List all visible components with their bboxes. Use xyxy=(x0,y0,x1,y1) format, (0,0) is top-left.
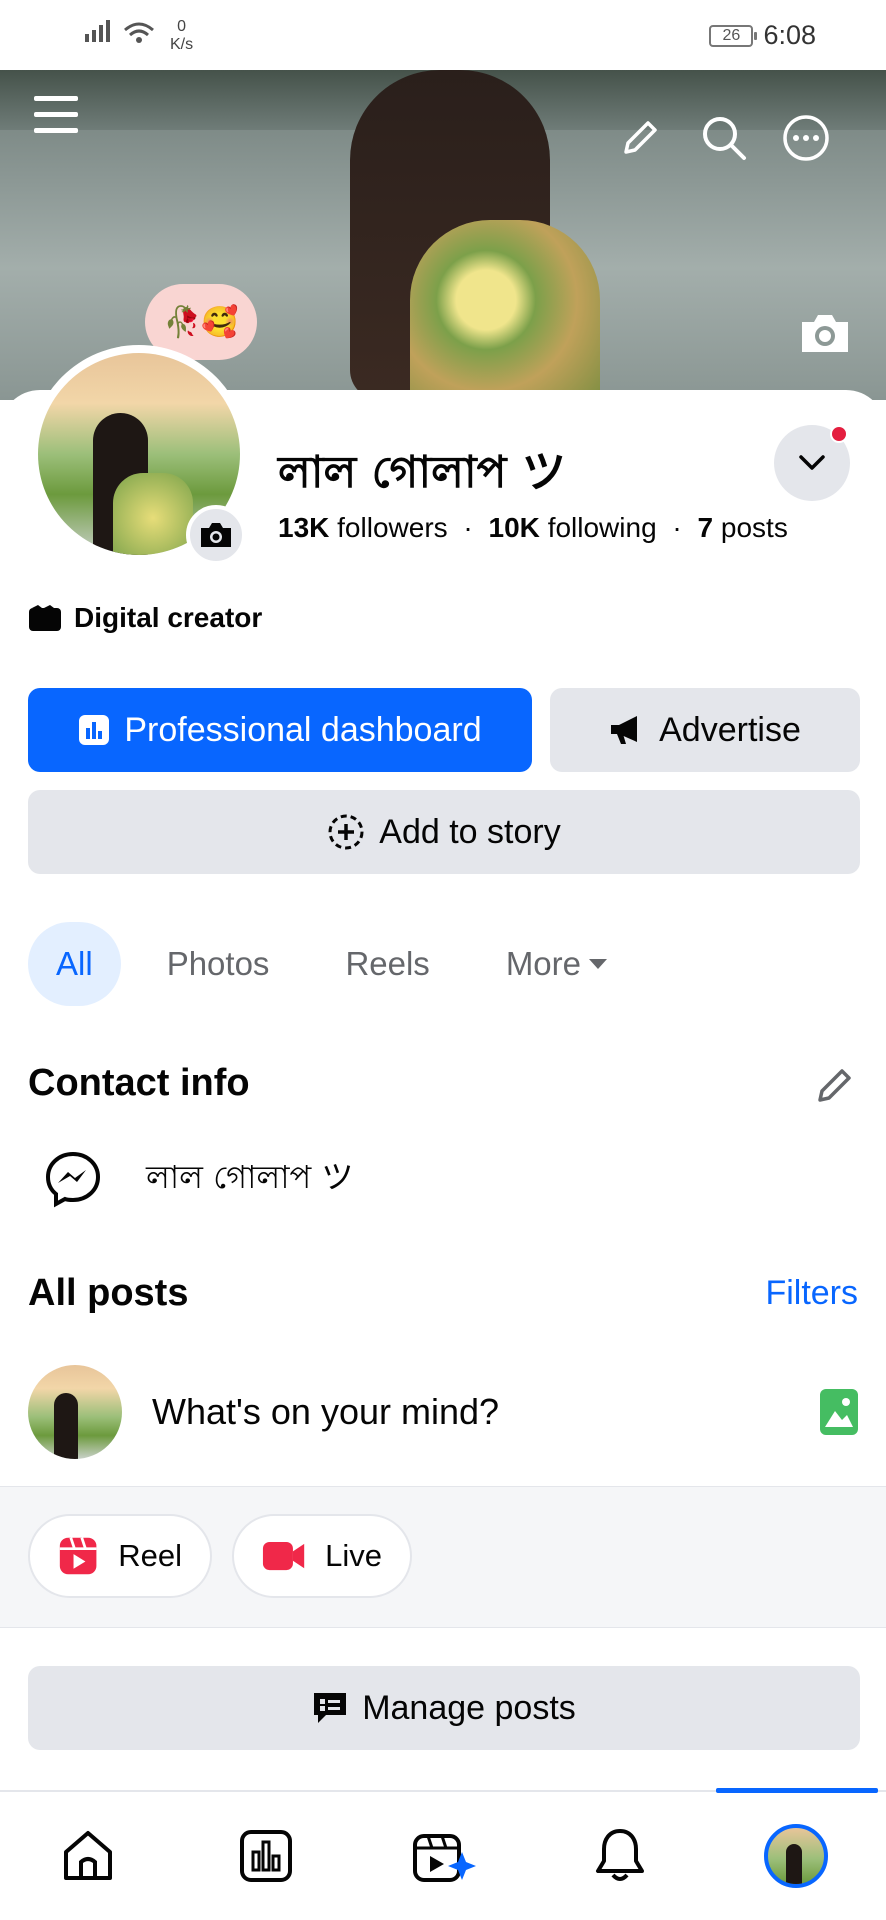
filters-link[interactable]: Filters xyxy=(765,1274,858,1313)
nav-notifications[interactable] xyxy=(586,1822,654,1890)
cover-dress xyxy=(410,220,600,400)
network-speed-unit: K/s xyxy=(170,36,194,53)
add-to-story-button[interactable]: Add to story xyxy=(28,790,860,874)
category-label: Digital creator xyxy=(74,602,263,633)
dashboard-icon xyxy=(79,715,110,745)
hamburger-menu-icon[interactable] xyxy=(32,92,80,138)
advertise-label: Advertise xyxy=(659,710,801,749)
nav-avatar-hair xyxy=(786,1844,802,1884)
status-right: 26 6:08 xyxy=(709,20,816,51)
status-bar: 0 K/s 26 6:08 xyxy=(0,0,886,70)
signal-icon xyxy=(85,20,110,42)
nav-dashboard[interactable] xyxy=(232,1822,300,1890)
nav-avatar xyxy=(764,1824,828,1888)
video-clapper-icon xyxy=(413,1834,476,1882)
professional-dashboard-button[interactable]: Professional dashboard xyxy=(28,688,532,772)
status-left: 0 K/s xyxy=(84,18,193,54)
avatar-dress xyxy=(113,473,193,555)
advertise-button[interactable]: Advertise xyxy=(550,688,860,772)
cover-camera-icon[interactable] xyxy=(798,310,852,356)
followers-label[interactable]: followers xyxy=(337,512,447,543)
manage-posts-label: Manage posts xyxy=(362,1688,576,1727)
profile-switcher-button[interactable] xyxy=(774,425,850,501)
camera-icon xyxy=(201,523,231,547)
battery-indicator: 26 xyxy=(709,24,758,47)
add-story-icon xyxy=(328,814,364,850)
search-icon[interactable] xyxy=(700,114,748,162)
photo-glyph xyxy=(825,1398,853,1427)
nav-profile[interactable] xyxy=(762,1822,830,1890)
reel-button[interactable]: Reel xyxy=(28,1514,212,1598)
messenger-name: লাল গোলাপ ツ xyxy=(146,1158,354,1196)
composer-avatar xyxy=(28,1365,122,1459)
messenger-contact[interactable]: লাল গোলাপ ツ xyxy=(44,1150,353,1208)
manage-posts-icon xyxy=(314,1693,347,1723)
followers-count[interactable]: 13K xyxy=(278,512,329,543)
pencil-icon[interactable] xyxy=(618,116,662,160)
nav-active-indicator xyxy=(716,1788,878,1793)
megaphone-icon xyxy=(611,716,638,744)
pencil-icon[interactable] xyxy=(814,1064,856,1106)
home-icon xyxy=(64,1831,112,1880)
contact-info-title: Contact info xyxy=(28,1062,250,1104)
profile-tabs: All Photos Reels More xyxy=(28,922,635,1006)
stats-separator: · xyxy=(463,512,473,543)
nav-video[interactable] xyxy=(410,1822,478,1890)
network-speed: 0 K/s xyxy=(170,18,193,54)
professional-dashboard-label: Professional dashboard xyxy=(124,710,482,749)
clock: 6:08 xyxy=(763,20,816,50)
live-label: Live xyxy=(325,1538,382,1573)
bar-chart-icon xyxy=(240,1830,292,1882)
following-label[interactable]: following xyxy=(548,512,657,543)
stats-separator: · xyxy=(672,512,682,543)
reel-icon xyxy=(59,1537,97,1575)
more-options-icon[interactable] xyxy=(782,114,830,162)
notification-dot xyxy=(830,425,848,443)
post-composer[interactable]: What's on your mind? xyxy=(28,1364,858,1460)
tab-more-label: More xyxy=(505,945,581,982)
all-posts-title: All posts xyxy=(28,1272,189,1314)
note-bubble-emoji: 🥀🥰 xyxy=(163,305,239,339)
caret-down-icon xyxy=(589,959,607,969)
posts-label: posts xyxy=(720,512,788,543)
composer-placeholder[interactable]: What's on your mind? xyxy=(152,1391,820,1433)
tab-photos[interactable]: Photos xyxy=(141,922,296,1006)
avatar-camera-button[interactable] xyxy=(186,505,246,565)
profile-category: Digital creator xyxy=(28,602,262,634)
profile-stats: 13K followers · 10K following · 7 posts xyxy=(278,512,788,544)
chevron-down-icon xyxy=(799,455,825,470)
photo-icon[interactable] xyxy=(820,1389,858,1435)
tab-more[interactable]: More xyxy=(480,922,635,1006)
wifi-icon xyxy=(124,22,154,43)
nav-home[interactable] xyxy=(54,1822,122,1890)
reel-label: Reel xyxy=(118,1538,182,1573)
messenger-icon xyxy=(45,1151,101,1208)
add-to-story-label: Add to story xyxy=(379,812,561,851)
bell-icon xyxy=(596,1829,644,1881)
tab-reels[interactable]: Reels xyxy=(319,922,455,1006)
manage-posts-button[interactable]: Manage posts xyxy=(28,1666,860,1750)
tab-all[interactable]: All xyxy=(28,922,121,1006)
composer-avatar-hair xyxy=(54,1393,78,1459)
clapperboard-icon xyxy=(29,605,61,631)
network-speed-value: 0 xyxy=(177,18,187,35)
live-video-icon xyxy=(262,1541,305,1571)
live-button[interactable]: Live xyxy=(232,1514,412,1598)
posts-count: 7 xyxy=(697,512,714,543)
following-count[interactable]: 10K xyxy=(489,512,540,543)
profile-name: লাল গোলাপ ツ xyxy=(278,447,566,498)
